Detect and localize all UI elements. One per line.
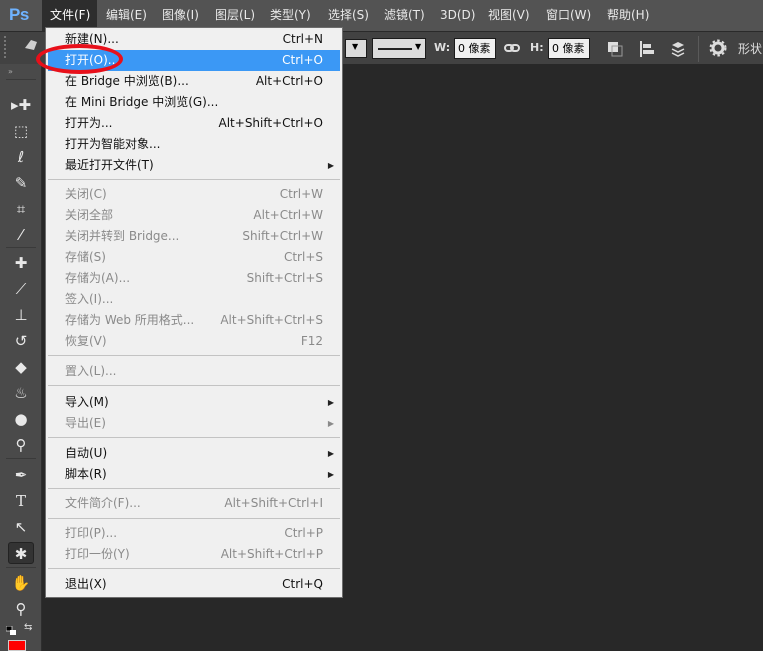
menu-item-print-one-copy: 打印一份(Y) Alt+Shift+Ctrl+P — [65, 547, 323, 561]
path-alignment-icon[interactable] — [638, 40, 656, 61]
eraser-tool-icon[interactable]: ◆ — [8, 356, 34, 378]
menu-item-open-as-smart-object[interactable]: 打开为智能对象... — [48, 134, 340, 155]
width-input[interactable]: 0 像素 — [454, 38, 496, 59]
tools-divider — [6, 79, 36, 80]
annotation-circle — [36, 44, 123, 74]
tools-divider — [6, 458, 36, 459]
stroke-width-dropdown[interactable]: ▼ — [345, 39, 367, 58]
menu-separator — [48, 437, 340, 438]
menu-separator — [48, 518, 340, 519]
gear-icon[interactable] — [709, 39, 727, 60]
menu-item-place: 置入(L)... — [65, 364, 117, 378]
menu-3d[interactable]: 3D(D) — [440, 0, 475, 31]
menu-item-save-for-web: 存储为 Web 所用格式... Alt+Shift+Ctrl+S — [65, 313, 323, 327]
menu-item-close-all: 关闭全部 Alt+Ctrl+W — [65, 208, 323, 222]
menu-item-close-go-bridge: 关闭并转到 Bridge... Shift+Ctrl+W — [65, 229, 323, 243]
stroke-type-dropdown[interactable]: ▼ — [372, 38, 426, 59]
eyedropper-tool-icon[interactable]: ⁄ — [8, 224, 34, 246]
type-tool-icon[interactable]: T — [8, 490, 34, 512]
crop-tool-icon[interactable]: ⌗ — [8, 198, 34, 220]
zoom-tool-icon[interactable]: ⚲ — [8, 598, 34, 620]
menu-item-import[interactable]: 导入(M) ▶ — [48, 392, 340, 413]
submenu-arrow-icon: ▶ — [327, 161, 334, 170]
width-label: W: — [434, 41, 451, 54]
swap-colors-icon[interactable]: ⇆ — [24, 622, 32, 633]
panel-collapse-icon[interactable]: » — [8, 68, 34, 76]
hand-tool-icon[interactable]: ✋ — [8, 572, 34, 594]
clone-stamp-tool-icon[interactable]: ⊥ — [8, 304, 34, 326]
lasso-tool-icon[interactable]: ℓ — [8, 146, 34, 168]
submenu-arrow-icon: ▶ — [327, 470, 334, 479]
submenu-arrow-icon: ▶ — [327, 398, 334, 407]
path-arrangement-icon[interactable] — [668, 39, 688, 62]
submenu-arrow-icon: ▶ — [327, 419, 334, 428]
menu-item-close: 关闭(C) Ctrl+W — [65, 187, 323, 201]
menu-filter[interactable]: 滤镜(T) — [384, 0, 425, 31]
dodge-tool-icon[interactable]: ⚲ — [8, 434, 34, 456]
menu-separator — [48, 568, 340, 569]
menu-separator — [48, 488, 340, 489]
photoshop-logo: Ps — [9, 5, 29, 24]
submenu-arrow-icon: ▶ — [327, 449, 334, 458]
chevron-down-icon: ▼ — [415, 42, 422, 51]
menu-view[interactable]: 视图(V) — [488, 0, 530, 31]
move-tool-icon[interactable]: ▸✚ — [8, 94, 34, 116]
healing-brush-tool-icon[interactable]: ✚ — [8, 252, 34, 274]
pen-tool-icon[interactable]: ✒ — [8, 464, 34, 486]
menu-item-save-as: 存储为(A)... Shift+Ctrl+S — [65, 271, 323, 285]
default-colors-icon[interactable] — [5, 624, 16, 635]
menu-item-revert: 恢复(V) F12 — [65, 334, 323, 348]
menu-separator — [48, 179, 340, 180]
custom-shape-tool-icon[interactable]: ✱ — [8, 542, 34, 564]
link-icon[interactable] — [504, 40, 520, 60]
menu-help[interactable]: 帮助(H) — [607, 0, 649, 31]
height-input[interactable]: 0 像素 — [548, 38, 590, 59]
marquee-tool-icon[interactable]: ⬚ — [8, 120, 34, 142]
tools-divider — [6, 567, 36, 568]
chevron-down-icon: ▼ — [352, 42, 359, 51]
tools-divider — [6, 247, 36, 248]
menu-window[interactable]: 窗口(W) — [546, 0, 591, 31]
file-menu-dropdown: 新建(N)... Ctrl+N 打开(O)... Ctrl+O 在 Bridge 中… — [45, 27, 343, 598]
foreground-color-swatch[interactable] — [8, 640, 26, 651]
brush-tool-icon[interactable]: ⟋ — [8, 278, 34, 300]
menu-item-exit[interactable]: 退出(X) Ctrl+Q — [48, 574, 340, 595]
menu-item-scripts[interactable]: 脚本(R) ▶ — [48, 464, 340, 485]
menu-item-save: 存储(S) Ctrl+S — [65, 250, 323, 264]
menu-item-browse-mini-bridge[interactable]: 在 Mini Bridge 中浏览(G)... — [48, 92, 340, 113]
menu-item-recent-files[interactable]: 最近打开文件(T) ▶ — [48, 155, 340, 176]
blur-tool-icon[interactable]: ● — [8, 408, 34, 430]
menu-item-print: 打印(P)... Ctrl+P — [65, 526, 323, 540]
menu-item-check-in: 签入(I)... — [65, 292, 114, 306]
paint-bucket-tool-icon[interactable]: ♨ — [8, 382, 34, 404]
height-label: H: — [530, 41, 544, 54]
tools-panel: » ▸✚ ⬚ ℓ ✎ ⌗ ⁄ ✚ ⟋ ⊥ ↺ ◆ ♨ ● ⚲ ✒ T ↖ ✱ ✋… — [0, 64, 42, 651]
options-divider — [698, 36, 699, 62]
shape-label: 形状 — [738, 42, 763, 56]
menu-item-open-as[interactable]: 打开为... Alt+Shift+Ctrl+O — [48, 113, 340, 134]
menu-item-browse-bridge[interactable]: 在 Bridge 中浏览(B)... Alt+Ctrl+O — [48, 71, 340, 92]
path-operations-icon[interactable] — [606, 40, 624, 61]
menu-item-export: 导出(E) ▶ — [48, 413, 340, 434]
menu-item-automate[interactable]: 自动(U) ▶ — [48, 443, 340, 464]
menu-item-file-info: 文件简介(F)... Alt+Shift+Ctrl+I — [65, 496, 323, 510]
options-grip[interactable] — [4, 36, 10, 58]
path-selection-tool-icon[interactable]: ↖ — [8, 516, 34, 538]
menu-separator — [48, 355, 340, 356]
history-brush-tool-icon[interactable]: ↺ — [8, 330, 34, 352]
quick-select-tool-icon[interactable]: ✎ — [8, 172, 34, 194]
menu-separator — [48, 385, 340, 386]
